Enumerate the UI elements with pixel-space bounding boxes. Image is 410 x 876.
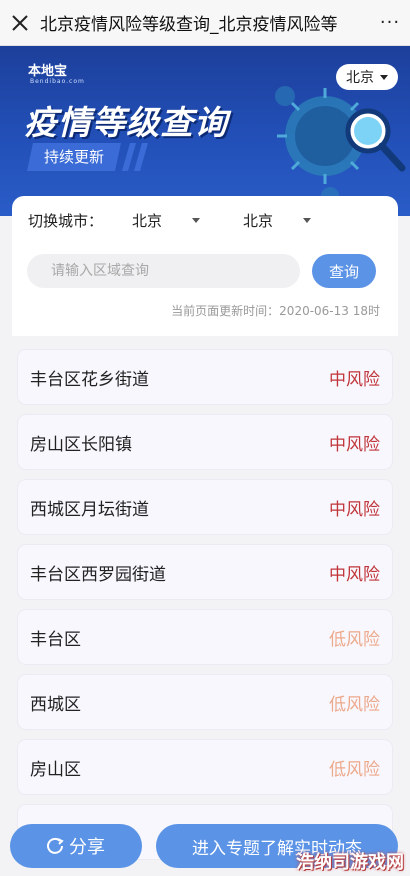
- area-name: 房山区: [30, 759, 81, 780]
- area-name: 丰台区: [30, 629, 81, 650]
- chevron-down-icon: [192, 218, 201, 223]
- risk-level: 低风险: [329, 629, 380, 650]
- more-button[interactable]: ···: [370, 0, 410, 46]
- province-select[interactable]: 北京: [132, 210, 201, 231]
- city-switch-label: 切换城市：: [28, 212, 104, 230]
- banner-tag-label: 持续更新: [44, 148, 105, 166]
- list-item[interactable]: 西城区 低风险: [18, 675, 392, 729]
- brand-logo-sub: Bendibao.com: [30, 78, 85, 85]
- header-banner: 本地宝 Bendibao.com 疫情等级查询 持续更新 北京: [0, 46, 410, 216]
- area-name: 房山区长阳镇: [30, 434, 132, 455]
- brand-logo: 本地宝: [28, 64, 68, 79]
- page-title: 北京疫情风险等级查询_北京疫情风险等: [40, 15, 338, 35]
- risk-level: 低风险: [329, 694, 380, 715]
- area-name: 西城区: [30, 694, 81, 715]
- caret-down-icon: [380, 74, 388, 80]
- area-name: 丰台区花乡街道: [30, 369, 149, 390]
- list-item[interactable]: 房山区长阳镇 中风险: [18, 415, 392, 469]
- share-icon: [47, 837, 64, 854]
- banner-tag: 持续更新: [27, 143, 121, 171]
- stripes-decoration: [122, 143, 148, 171]
- list-item[interactable]: 丰台区西罗园街道 中风险: [18, 545, 392, 599]
- area-name: 西城区月坛街道: [30, 499, 149, 520]
- risk-level: 中风险: [329, 434, 380, 455]
- risk-level: 中风险: [329, 499, 380, 520]
- update-time: 当前页面更新时间：2020-06-13 18时: [171, 304, 380, 318]
- city-pill-label: 北京: [346, 70, 374, 86]
- top-bar: 北京疫情风险等级查询_北京疫情风险等 ···: [0, 0, 410, 46]
- risk-level: 中风险: [329, 564, 380, 585]
- search-button[interactable]: 查询: [312, 254, 376, 288]
- city-select[interactable]: 北京: [243, 210, 312, 231]
- area-search-input[interactable]: [27, 254, 300, 288]
- province-select-value: 北京: [132, 212, 163, 230]
- filter-panel: 切换城市： 北京 北京 查询 当前页面更新时间：2020-06-13 18时: [12, 196, 398, 336]
- close-icon: [12, 14, 28, 31]
- chevron-down-icon: [303, 218, 312, 223]
- risk-area-list: 丰台区花乡街道 中风险 房山区长阳镇 中风险 西城区月坛街道 中风险 丰台区西罗…: [18, 350, 392, 870]
- risk-level: 低风险: [329, 759, 380, 780]
- share-button[interactable]: 分享: [10, 824, 142, 868]
- close-button[interactable]: [0, 0, 40, 46]
- risk-level: 中风险: [329, 369, 380, 390]
- list-item[interactable]: 丰台区花乡街道 中风险: [18, 350, 392, 404]
- area-name: 丰台区西罗园街道: [30, 564, 166, 585]
- share-button-label: 分享: [69, 837, 105, 858]
- list-item[interactable]: 丰台区 低风险: [18, 610, 392, 664]
- city-switch-pill[interactable]: 北京: [336, 64, 398, 90]
- banner-title: 疫情等级查询: [24, 103, 228, 142]
- list-item[interactable]: 房山区 低风险: [18, 740, 392, 794]
- watermark: 浩纳司游戏网: [296, 852, 404, 873]
- city-select-value: 北京: [243, 212, 274, 230]
- list-item[interactable]: 西城区月坛街道 中风险: [18, 480, 392, 534]
